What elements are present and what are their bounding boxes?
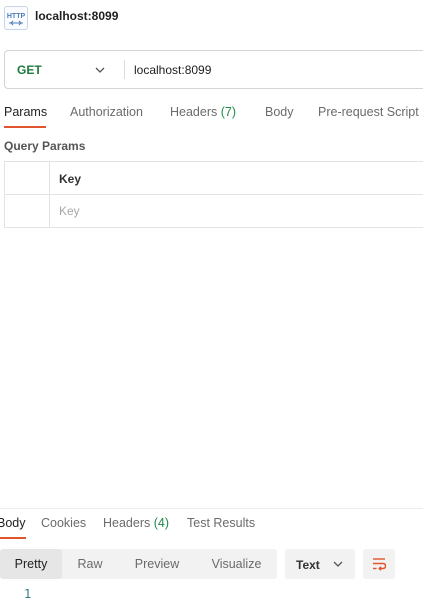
response-separator bbox=[0, 508, 423, 509]
method-select[interactable]: GET bbox=[17, 63, 42, 77]
tab-headers-label: Headers bbox=[170, 105, 218, 119]
view-mode-visualize[interactable]: Visualize bbox=[196, 549, 277, 579]
response-tabs: Body Cookies Headers (4) Test Results bbox=[0, 510, 423, 540]
line-number: 1 bbox=[24, 587, 32, 601]
chevron-down-icon bbox=[331, 557, 345, 571]
response-headers-count: (4) bbox=[153, 516, 170, 530]
url-input[interactable]: localhost:8099 bbox=[134, 63, 211, 77]
url-bar: GET localhost:8099 bbox=[4, 50, 423, 89]
tab-params[interactable]: Params bbox=[4, 105, 47, 119]
format-label: Text bbox=[296, 558, 320, 572]
tab-body[interactable]: Body bbox=[265, 105, 294, 119]
active-response-tab-indicator bbox=[0, 537, 26, 539]
response-tab-headers[interactable]: Headers (4) bbox=[103, 516, 169, 530]
request-title-bar: HTTP localhost:8099 bbox=[0, 0, 423, 34]
view-mode-raw[interactable]: Raw bbox=[62, 549, 118, 579]
headers-count: (7) bbox=[220, 105, 237, 119]
query-params-table: Key Key bbox=[4, 161, 423, 228]
table-row-divider bbox=[5, 194, 423, 195]
response-tab-cookies[interactable]: Cookies bbox=[41, 516, 86, 530]
wrap-lines-button[interactable] bbox=[363, 549, 395, 579]
table-column-divider bbox=[49, 162, 50, 227]
query-params-label: Query Params bbox=[4, 139, 86, 153]
response-tab-body[interactable]: Body bbox=[0, 516, 26, 530]
request-name[interactable]: localhost:8099 bbox=[35, 9, 118, 23]
wrap-lines-icon bbox=[373, 558, 387, 571]
key-column-header: Key bbox=[59, 172, 82, 186]
divider bbox=[124, 60, 125, 79]
http-icon: HTTP bbox=[4, 6, 28, 30]
key-input[interactable]: Key bbox=[59, 204, 80, 218]
response-tab-headers-label: Headers bbox=[103, 516, 151, 530]
view-mode-pretty[interactable]: Pretty bbox=[0, 549, 62, 579]
svg-text:HTTP: HTTP bbox=[7, 13, 26, 20]
response-view-modes: Pretty Raw Preview Visualize bbox=[0, 549, 277, 579]
tab-authorization[interactable]: Authorization bbox=[70, 105, 143, 119]
view-mode-preview[interactable]: Preview bbox=[118, 549, 196, 579]
tab-headers[interactable]: Headers (7) bbox=[170, 105, 236, 119]
chevron-down-icon[interactable] bbox=[93, 63, 107, 77]
format-select[interactable]: Text bbox=[285, 549, 355, 579]
active-tab-indicator bbox=[4, 126, 46, 128]
tab-pre-request-script[interactable]: Pre-request Script bbox=[318, 105, 419, 119]
request-tabs: Params Authorization Headers (7) Body Pr… bbox=[0, 99, 423, 129]
response-tab-test-results[interactable]: Test Results bbox=[187, 516, 255, 530]
